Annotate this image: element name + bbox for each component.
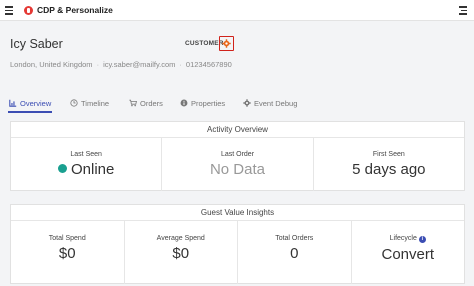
total-orders-value: 0	[290, 245, 299, 262]
lifecycle-label: Lifecycle	[389, 235, 417, 242]
activity-overview-card: Activity Overview Last Seen Online Last …	[10, 121, 465, 191]
last-seen-value: Online	[70, 161, 115, 178]
cart-icon	[129, 99, 137, 107]
chart-icon	[9, 99, 17, 107]
total-orders-cell: Total Orders 0	[238, 221, 352, 284]
last-order-label: Last Order	[220, 151, 255, 158]
lifecycle-label-wrap: Lifecycle i	[352, 235, 465, 243]
customer-badge: CUSTOMER	[185, 40, 224, 47]
average-spend-label: Average Spend	[156, 235, 205, 242]
app-title: CDP & Personalize	[37, 5, 113, 15]
separator: ·	[96, 60, 100, 69]
profile-location: London, United Kingdom	[10, 60, 93, 69]
guest-value-insights-card: Guest Value Insights Total Spend $0 Aver…	[10, 204, 465, 284]
tab-overview-label: Overview	[20, 98, 52, 108]
last-seen-cell: Last Seen Online	[11, 138, 163, 191]
lifecycle-info-icon[interactable]: i	[418, 236, 426, 243]
profile-email[interactable]: icy.saber@mailfy.com	[103, 60, 175, 69]
last-order-value: No Data	[209, 161, 265, 178]
menu-icon[interactable]	[459, 6, 467, 15]
total-spend-value: $0	[58, 245, 76, 262]
profile-name: Icy Saber	[10, 37, 63, 51]
app-logo	[24, 6, 33, 15]
profile-meta: London, United Kingdom · icy.saber@mailfy.…	[10, 60, 232, 69]
last-seen-value-wrap: Online	[11, 161, 161, 178]
total-orders-label: Total Orders	[275, 235, 314, 242]
tab-event-debug-label: Event Debug	[254, 98, 298, 108]
first-seen-cell: First Seen 5 days ago	[314, 138, 464, 191]
lifecycle-value: Convert	[381, 246, 435, 263]
gear-icon	[243, 99, 251, 107]
total-spend-cell: Total Spend $0	[11, 221, 125, 284]
tab-event-debug[interactable]: Event Debug	[243, 96, 297, 110]
tab-bar: Overview Timeline Orders Properties Even…	[0, 96, 474, 114]
hamburger-menu-icon[interactable]	[5, 6, 13, 15]
top-bar: CDP & Personalize	[0, 0, 474, 21]
profile-phone: 01234567890	[185, 60, 232, 69]
active-tab-indicator	[8, 111, 52, 113]
gear-icon	[222, 39, 231, 48]
tab-timeline[interactable]: Timeline	[70, 96, 109, 110]
tab-overview[interactable]: Overview	[9, 96, 51, 110]
first-seen-value: 5 days ago	[352, 161, 426, 178]
total-spend-label: Total Spend	[48, 235, 86, 242]
activity-overview-title: Activity Overview	[11, 122, 464, 138]
settings-button[interactable]	[219, 36, 234, 51]
info-icon	[180, 99, 188, 107]
tab-properties[interactable]: Properties	[180, 96, 225, 110]
guest-value-insights-title: Guest Value Insights	[11, 205, 464, 221]
clock-icon	[70, 99, 78, 107]
first-seen-label: First Seen	[372, 151, 405, 158]
separator: ·	[179, 60, 182, 69]
tab-orders[interactable]: Orders	[129, 96, 163, 110]
average-spend-cell: Average Spend $0	[125, 221, 238, 284]
tab-orders-label: Orders	[140, 98, 163, 108]
last-seen-label: Last Seen	[70, 151, 102, 158]
lifecycle-cell: Lifecycle i Convert	[352, 221, 465, 284]
last-order-cell: Last Order No Data	[162, 138, 314, 191]
tab-properties-label: Properties	[191, 98, 226, 108]
tab-timeline-label: Timeline	[81, 98, 110, 108]
online-status-dot	[57, 164, 67, 173]
average-spend-value: $0	[172, 245, 190, 262]
